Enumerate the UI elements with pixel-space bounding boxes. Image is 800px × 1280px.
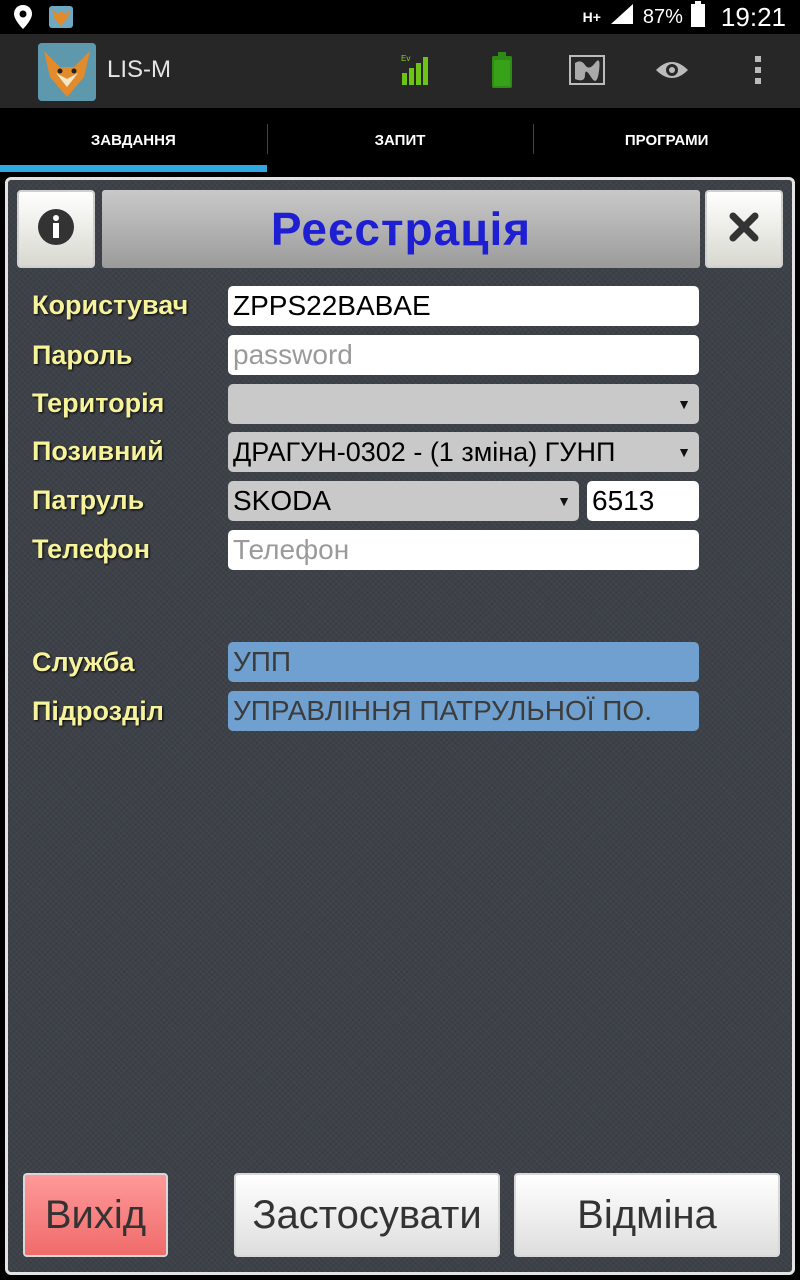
service-field: УПП [228, 642, 699, 682]
dropdown-arrow-icon: ▼ [677, 444, 691, 460]
signal-badge-text: Ev [401, 54, 410, 63]
cancel-button[interactable]: Відміна [514, 1173, 780, 1257]
exit-button[interactable]: Вихід [23, 1173, 168, 1257]
info-button[interactable] [17, 190, 95, 268]
callsign-value: ДРАГУН-0302 - (1 зміна) ГУНП [233, 437, 616, 467]
dialog-title-bar: Реєстрація [102, 190, 700, 268]
battery-icon [690, 1, 705, 33]
registration-panel: Реєстрація Користувач ZPPS22BABAE Пароль… [5, 177, 795, 1275]
eye-icon[interactable] [654, 52, 690, 88]
overflow-menu-icon[interactable] [740, 52, 776, 88]
apply-button[interactable]: Застосувати [234, 1173, 500, 1257]
app-logo-icon[interactable] [38, 43, 96, 101]
user-label: Користувач [32, 290, 189, 320]
signal-icon [609, 3, 635, 31]
patrol-number-input[interactable]: 6513 [587, 481, 699, 521]
phone-input[interactable]: Телефон [228, 530, 699, 570]
close-button[interactable] [705, 190, 783, 268]
patrol-label: Патруль [32, 485, 145, 515]
tab-programs[interactable]: ПРОГРАМИ [533, 108, 800, 172]
signal-strength-icon[interactable]: Ev [398, 52, 434, 88]
callsign-select[interactable]: ДРАГУН-0302 - (1 зміна) ГУНП ▼ [228, 432, 699, 472]
phone-label: Телефон [32, 534, 151, 564]
status-bar: H+ 87% 19:21 [0, 0, 800, 34]
location-pin-icon [12, 4, 34, 35]
map-icon[interactable] [569, 52, 605, 88]
dropdown-arrow-icon: ▼ [557, 493, 571, 509]
service-label: Служба [32, 647, 135, 677]
patrol-value: SKODA [233, 485, 332, 516]
division-label: Підрозділ [32, 696, 164, 726]
territory-select[interactable]: ▼ [228, 384, 699, 424]
app-title: LIS-M [107, 56, 172, 83]
callsign-label: Позивний [32, 436, 164, 466]
password-input[interactable]: password [228, 335, 699, 375]
division-field: УПРАВЛІННЯ ПАТРУЛЬНОЇ ПО. [228, 691, 699, 731]
action-bar: LIS-M Ev [0, 34, 800, 108]
tab-bar: ЗАВДАННЯ ЗАПИТ ПРОГРАМИ [0, 108, 800, 172]
territory-label: Територія [32, 388, 165, 418]
clock: 19:21 [720, 1, 786, 32]
patrol-select[interactable]: SKODA ▼ [228, 481, 579, 521]
dialog-title: Реєстрація [270, 203, 532, 255]
battery-percent: 87% [642, 5, 683, 28]
user-input[interactable]: ZPPS22BABAE [228, 286, 699, 326]
battery-level-icon[interactable] [484, 52, 520, 88]
app-notification-icon [48, 5, 74, 34]
close-icon [729, 212, 759, 247]
tab-request[interactable]: ЗАПИТ [266, 108, 534, 172]
tab-tasks[interactable]: ЗАВДАННЯ [0, 108, 267, 172]
info-icon [37, 208, 75, 251]
dropdown-arrow-icon: ▼ [677, 396, 691, 412]
network-type: H+ [582, 9, 601, 25]
password-label: Пароль [32, 340, 133, 370]
